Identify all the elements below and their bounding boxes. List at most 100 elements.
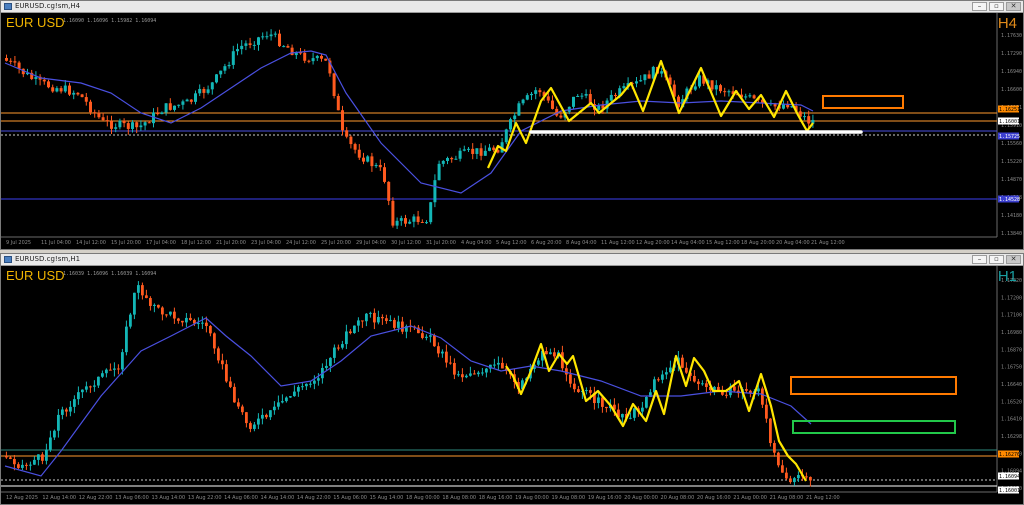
candle-body xyxy=(81,389,84,393)
time-tick-label: 12 Aug 22:00 xyxy=(79,495,113,501)
candle-body xyxy=(97,112,101,118)
candle-body xyxy=(393,319,396,328)
candle-body xyxy=(493,364,496,366)
price-chart[interactable]: 1.17320 1.17200 1.17100 1.16980 1.16870 1.167… xyxy=(1,266,1023,504)
price-tick-label: 1.13840 xyxy=(1001,231,1022,237)
candle-body xyxy=(49,437,52,450)
minimize-button[interactable]: – xyxy=(972,2,987,11)
candle-body xyxy=(72,92,76,95)
candle-body xyxy=(785,472,788,479)
candle-body xyxy=(5,456,8,458)
time-tick-label: 20 Aug 04:00 xyxy=(776,240,810,246)
candle-body xyxy=(34,76,38,80)
candle-body xyxy=(141,285,144,296)
entry-zone-box xyxy=(792,420,956,434)
chart-window-h4[interactable]: EURUSD.cg!sm,H4 – ▫ ✕ 1.17630 1.17290 1.16… xyxy=(0,0,1024,250)
candle-body xyxy=(471,148,475,154)
candle-body xyxy=(389,319,392,321)
candle-body xyxy=(357,149,361,158)
candle-body xyxy=(93,385,96,387)
candle-body xyxy=(362,157,365,162)
window-titlebar[interactable]: EURUSD.cg!sm,H1 – ▫ ✕ xyxy=(1,254,1023,266)
candle-body xyxy=(307,60,311,62)
candle-body xyxy=(215,74,218,83)
candle-body xyxy=(361,320,364,322)
candle-body xyxy=(341,344,344,348)
time-tick-label: 8 Aug 04:00 xyxy=(566,240,597,246)
price-tick-label: 1.16870 xyxy=(1001,347,1022,353)
time-tick-label: 20 Aug 00:00 xyxy=(624,495,658,501)
maximize-button[interactable]: ▫ xyxy=(989,255,1004,264)
candle-body xyxy=(437,346,440,354)
candle-body xyxy=(324,58,328,61)
candle-body xyxy=(446,158,449,161)
price-chart[interactable]: 1.176301.172901.169401.166001.162511.159… xyxy=(1,13,1023,249)
candle-body xyxy=(769,418,772,444)
candle-body xyxy=(76,92,80,95)
candle-body xyxy=(584,94,588,96)
candle-body xyxy=(189,317,192,321)
candle-body xyxy=(286,46,290,48)
candle-body xyxy=(173,311,176,319)
candle-body xyxy=(333,347,336,358)
price-tick-label: 1.14870 xyxy=(1001,177,1022,183)
candle-body xyxy=(217,348,220,361)
time-tick-label: 14 Aug 14:00 xyxy=(261,495,295,501)
close-button[interactable]: ✕ xyxy=(1006,2,1021,11)
candle-body xyxy=(467,148,470,150)
candle-body xyxy=(9,60,13,62)
candle-body xyxy=(485,368,488,373)
candle-body xyxy=(161,307,164,315)
candle-body xyxy=(629,417,632,419)
candle-body xyxy=(497,362,500,365)
candle-body xyxy=(661,374,664,380)
candle-body xyxy=(301,386,304,388)
time-tick-label: 14 Jul 12:00 xyxy=(76,240,106,246)
candle-body xyxy=(219,70,223,75)
price-tag-label: 1.16001 xyxy=(999,119,1020,125)
close-button[interactable]: ✕ xyxy=(1006,255,1021,264)
candle-body xyxy=(378,165,382,168)
candle-body xyxy=(773,443,776,453)
candle-body xyxy=(143,122,147,126)
candle-body xyxy=(744,96,748,98)
window-titlebar[interactable]: EURUSD.cg!sm,H4 – ▫ ✕ xyxy=(1,1,1023,13)
candle-body xyxy=(332,73,336,97)
candle-body xyxy=(597,397,600,404)
candle-body xyxy=(752,95,756,99)
candle-body xyxy=(125,326,128,353)
price-tick-label: 1.17630 xyxy=(1001,33,1022,39)
candle-body xyxy=(84,97,88,102)
time-tick-label: 11 Aug 12:00 xyxy=(601,240,635,246)
chart-window-h1[interactable]: EURUSD.cg!sm,H1 – ▫ ✕ 1.17320 1.17200 1.17… xyxy=(0,253,1024,505)
candle-body xyxy=(273,33,277,35)
time-tick-label: 13 Aug 22:00 xyxy=(188,495,222,501)
price-tick-label: 1.16410 xyxy=(1001,417,1022,423)
time-tick-label: 11 Jul 04:00 xyxy=(41,240,71,246)
candle-body xyxy=(121,352,124,370)
time-tick-label: 19 Aug 16:00 xyxy=(588,495,622,501)
candle-body xyxy=(453,362,456,375)
minimize-button[interactable]: – xyxy=(972,255,987,264)
candle-body xyxy=(249,423,252,429)
candlestick-chart-svg[interactable]: 1.173201.172001.171001.169801.168701.167… xyxy=(1,266,1023,504)
candle-body xyxy=(85,386,88,390)
candle-body xyxy=(777,452,780,466)
candle-body xyxy=(609,94,613,101)
candlestick-chart-svg[interactable]: 1.176301.172901.169401.166001.162511.159… xyxy=(1,13,1023,249)
time-tick-label: 21 Aug 12:00 xyxy=(806,495,840,501)
candle-body xyxy=(101,373,104,377)
candle-body xyxy=(341,110,344,131)
candle-body xyxy=(437,163,441,181)
candle-body xyxy=(641,407,644,412)
candle-body xyxy=(117,368,120,370)
maximize-button[interactable]: ▫ xyxy=(989,2,1004,11)
time-tick-label: 13 Aug 06:00 xyxy=(115,495,149,501)
time-tick-label: 18 Aug 00:00 xyxy=(406,495,440,501)
price-tick-label: 1.15560 xyxy=(1001,141,1022,147)
candle-body xyxy=(492,147,496,151)
candle-body xyxy=(57,414,60,431)
candle-body xyxy=(546,96,550,101)
candle-body xyxy=(605,406,608,409)
candle-body xyxy=(9,457,12,459)
